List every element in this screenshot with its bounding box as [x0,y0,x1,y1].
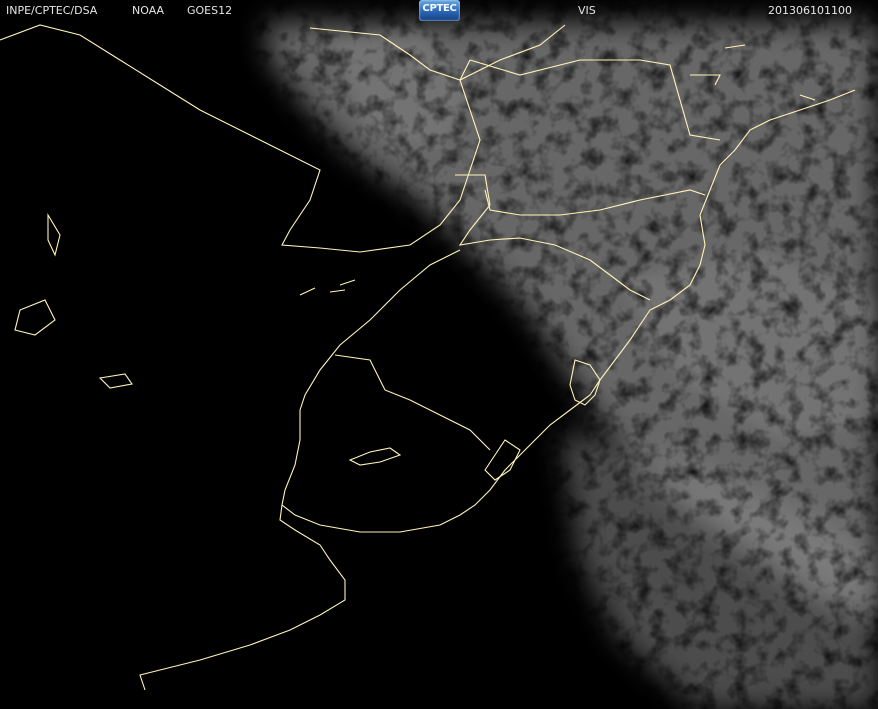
agency-label: NOAA [132,4,165,17]
timestamp-label: 201306101100 [768,4,852,17]
satellite-map [0,0,878,709]
cloud-layer [0,0,878,709]
satellite-label: GOES12 [187,4,233,17]
satellite-image-frame: INPE/CPTEC/DSA NOAA GOES12 VIS 201306101… [0,0,878,709]
cptec-logo-icon: CPTEC [419,0,460,21]
channel-label: VIS [578,4,596,17]
source-label: INPE/CPTEC/DSA [6,4,98,17]
logo-text: CPTEC [422,3,457,14]
